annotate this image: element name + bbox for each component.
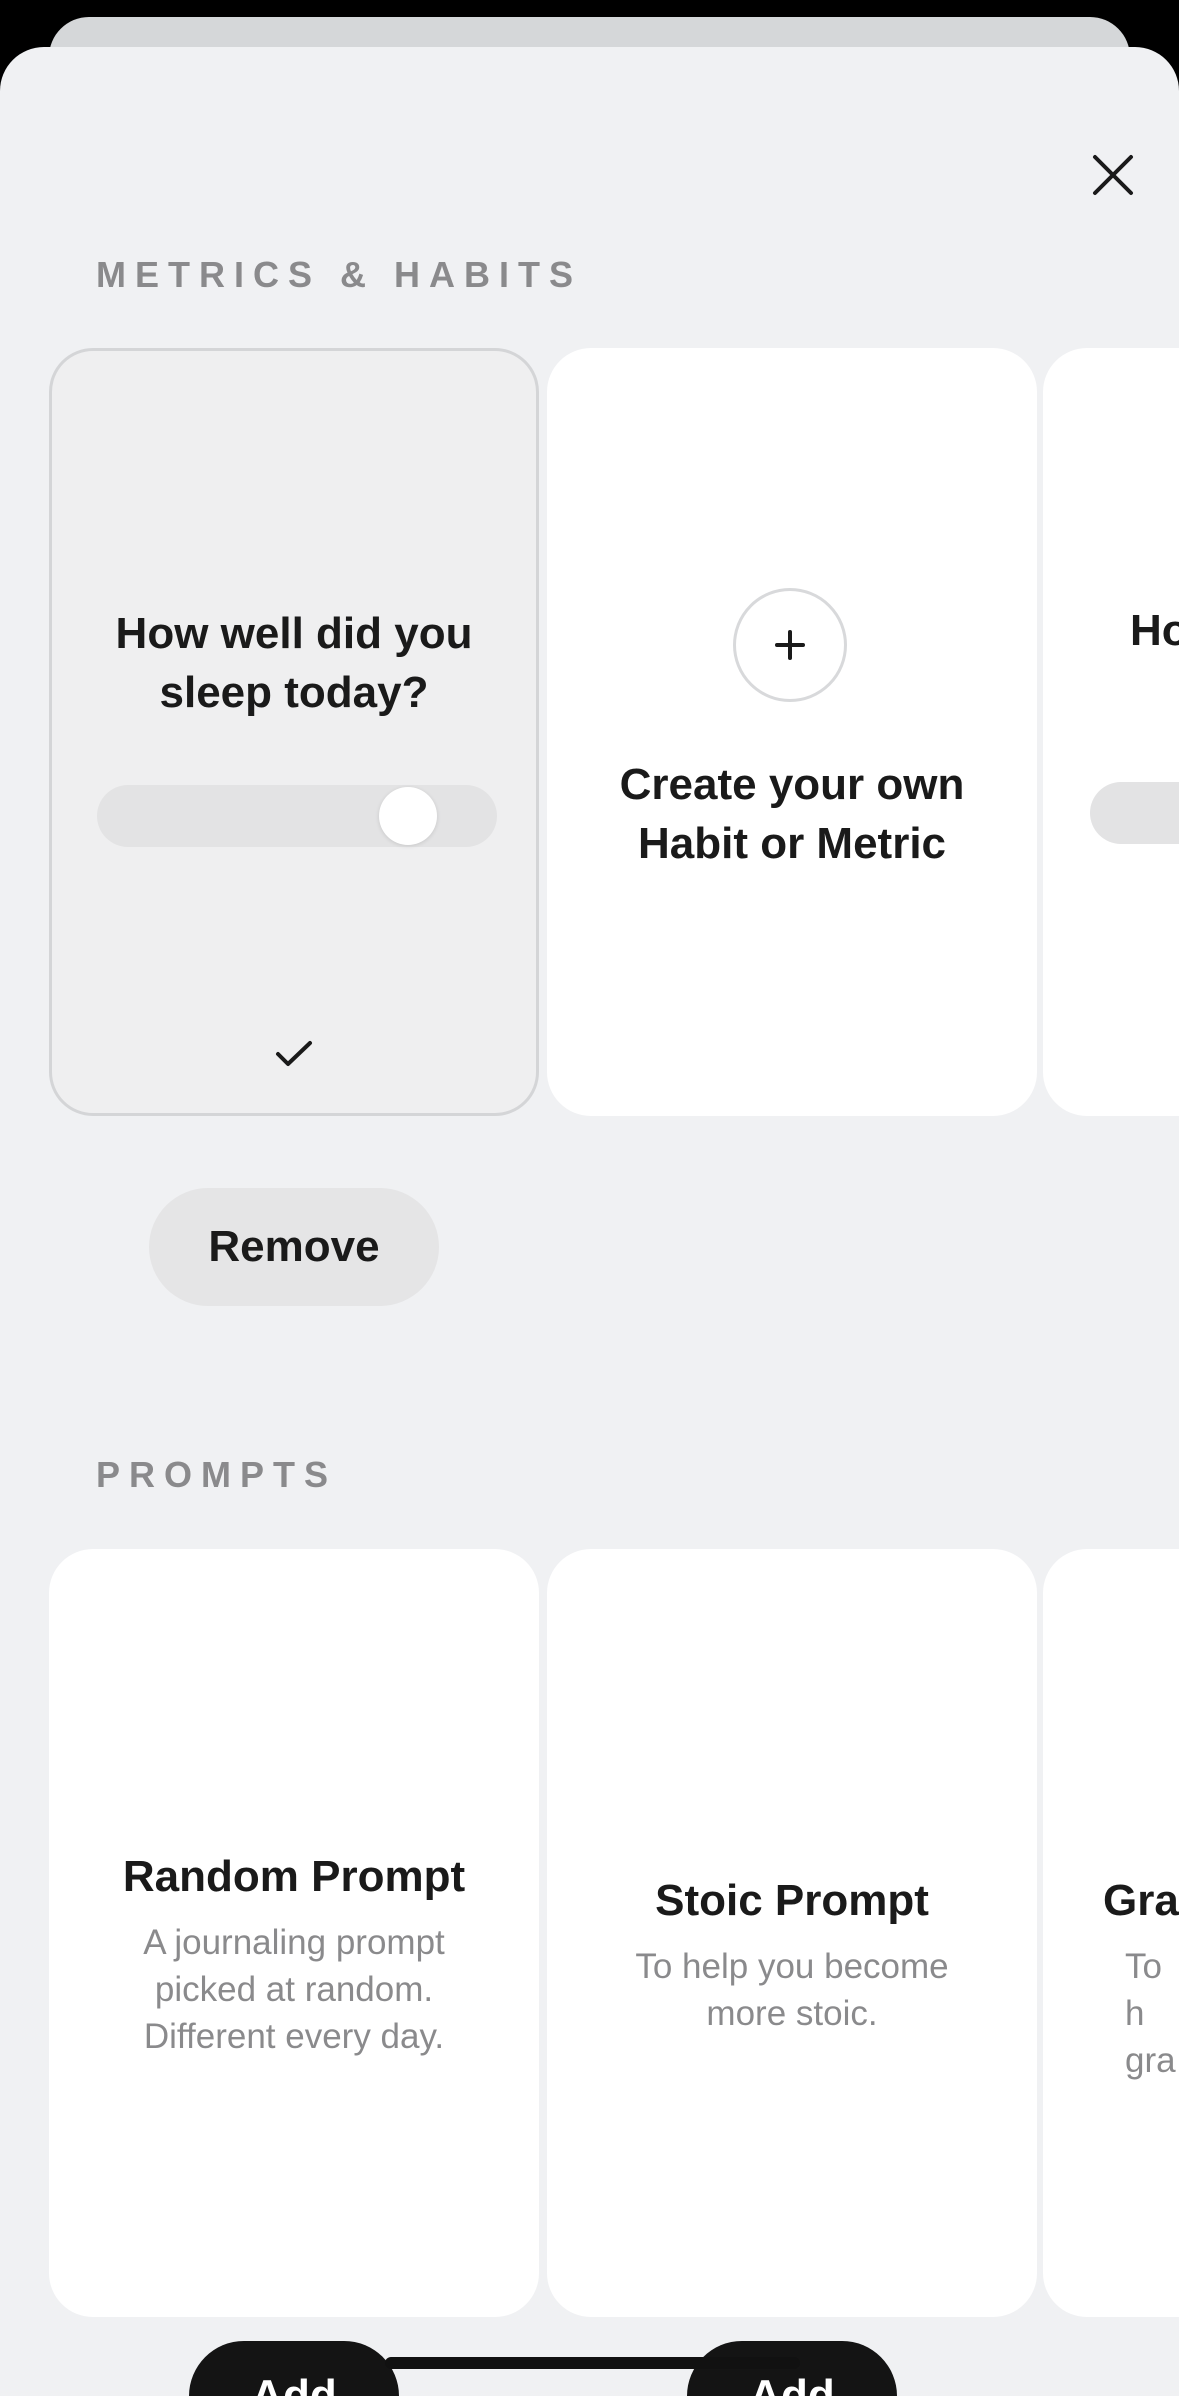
prompt-card-random[interactable]: Random Prompt A journaling prompt picked… xyxy=(49,1549,539,2317)
create-habit-card[interactable]: Create your own Habit or Metric xyxy=(547,348,1037,1116)
plus-button[interactable] xyxy=(733,588,847,702)
add-button-random[interactable]: Add xyxy=(189,2341,399,2396)
slider-track-partial[interactable] xyxy=(1090,782,1179,844)
metric-card-partial[interactable]: Ho xyxy=(1043,348,1179,1116)
prompt-card-title: Random Prompt xyxy=(122,1852,466,1901)
plus-icon xyxy=(775,630,805,660)
close-icon xyxy=(1093,155,1133,195)
sleep-slider[interactable] xyxy=(97,785,497,847)
checkmark-icon xyxy=(276,1041,312,1066)
habits-sheet: METRICS & HABITS How well did you sleep … xyxy=(0,47,1179,2396)
prompt-card-description: A journaling prompt picked at random. Di… xyxy=(143,1923,445,2056)
slider-thumb[interactable] xyxy=(379,787,437,845)
metric-card-title-partial: Ho xyxy=(1130,606,1179,655)
section-title-metrics: METRICS & HABITS xyxy=(96,254,582,295)
prompt-card-stoic[interactable]: Stoic Prompt To help you become more sto… xyxy=(547,1549,1037,2317)
prompt-card-partial[interactable]: Gra To h gra xyxy=(1043,1549,1179,2317)
metric-card-sleep[interactable]: How well did you sleep today? xyxy=(49,348,539,1116)
prompt-card-title: Stoic Prompt xyxy=(655,1876,929,1925)
section-title-prompts: PROMPTS xyxy=(96,1454,338,1495)
prompt-card-title: Gra xyxy=(1103,1876,1179,1925)
prompt-card-description: To h gra xyxy=(1125,1947,1176,2080)
remove-button[interactable]: Remove xyxy=(149,1188,439,1306)
home-indicator xyxy=(385,2357,800,2369)
metric-card-title: How well did you sleep today? xyxy=(115,609,473,717)
create-habit-title: Create your own Habit or Metric xyxy=(619,760,965,868)
close-button[interactable] xyxy=(1085,147,1141,203)
prompt-card-description: To help you become more stoic. xyxy=(635,1947,949,2033)
